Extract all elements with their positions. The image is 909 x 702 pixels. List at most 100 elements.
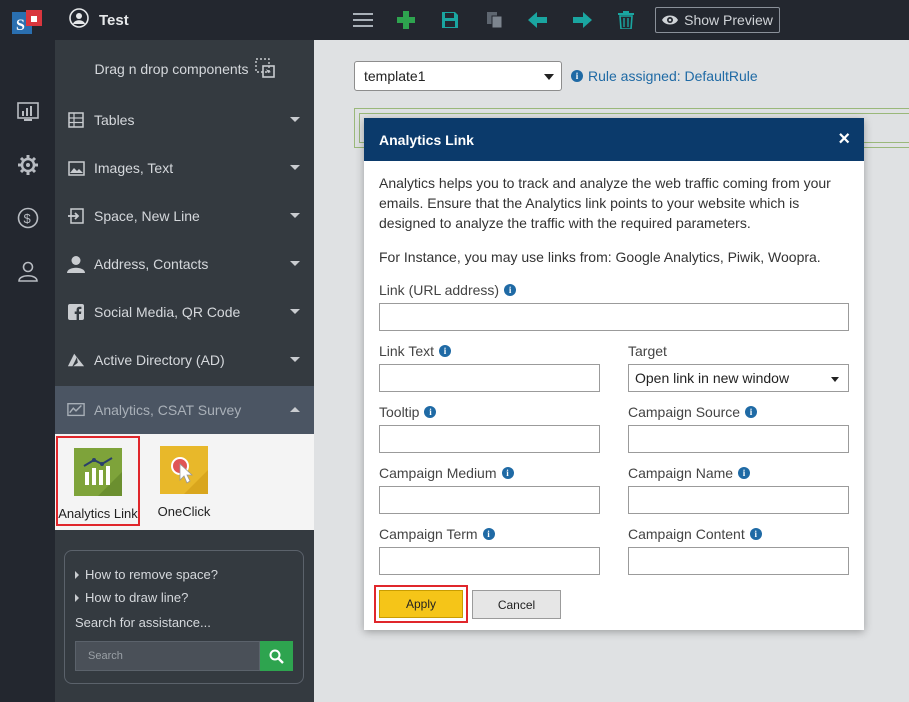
link-text-label: Link Text i [379, 343, 451, 359]
add-icon[interactable] [394, 8, 418, 32]
oneclick-icon [160, 446, 208, 494]
dashboard-icon[interactable] [16, 100, 40, 124]
section-label: Space, New Line [94, 208, 200, 224]
billing-icon[interactable]: $ [16, 206, 40, 230]
help-question[interactable]: How to remove space? [75, 563, 293, 586]
facebook-icon [67, 303, 85, 321]
trash-icon[interactable] [614, 8, 638, 32]
enter-icon [67, 207, 85, 225]
copy-icon[interactable] [483, 8, 507, 32]
label-text: Campaign Term [379, 526, 478, 542]
info-icon[interactable]: i [745, 406, 758, 418]
campaign-content-input[interactable] [628, 547, 849, 575]
caret-right-icon [75, 593, 79, 602]
search-icon [269, 649, 284, 664]
workspace-header: Test [55, 0, 314, 40]
dialog-body: Analytics helps you to track and analyze… [364, 161, 864, 279]
drag-drop-hint: Drag n drop components [55, 40, 314, 96]
target-select[interactable]: Open link in new window [628, 364, 849, 392]
preview-label: Show Preview [684, 12, 773, 28]
save-icon[interactable] [438, 8, 462, 32]
analytics-icon [67, 401, 85, 419]
tile-analytics-link[interactable]: Analytics Link [56, 436, 140, 526]
campaign-term-input[interactable] [379, 547, 600, 575]
info-icon: i [571, 70, 583, 82]
help-question[interactable]: How to draw line? [75, 586, 293, 609]
link-url-label: Link (URL address) i [379, 282, 517, 298]
chevron-down-icon [290, 165, 300, 170]
analytics-link-dialog: Analytics Link × Analytics helps you to … [364, 118, 864, 630]
label-text: Campaign Source [628, 404, 741, 420]
analytics-link-icon [74, 448, 122, 496]
target-label: Target [628, 343, 667, 359]
gear-icon[interactable] [16, 153, 40, 177]
menu-icon[interactable] [351, 8, 375, 32]
close-icon[interactable]: × [838, 128, 850, 151]
dialog-instance-text: For Instance, you may use links from: Go… [379, 249, 821, 265]
info-icon[interactable]: i [424, 406, 437, 418]
search-input[interactable]: Search [75, 641, 260, 671]
search-button[interactable] [260, 641, 293, 671]
rule-assigned[interactable]: i Rule assigned: DefaultRule [571, 68, 758, 84]
tile-label: Analytics Link [58, 506, 138, 521]
account-icon[interactable] [69, 8, 89, 32]
tile-oneclick[interactable]: OneClick [142, 436, 226, 526]
section-space-new-line[interactable]: Space, New Line [55, 192, 314, 240]
campaign-content-label: Campaign Content i [628, 526, 762, 542]
info-icon[interactable]: i [504, 284, 517, 296]
section-label: Social Media, QR Code [94, 304, 241, 320]
arrow-right-icon[interactable] [570, 8, 594, 32]
section-analytics-csat[interactable]: Analytics, CSAT Survey [55, 386, 314, 434]
campaign-name-input[interactable] [628, 486, 849, 514]
chevron-down-icon [290, 213, 300, 218]
section-tables[interactable]: Tables [55, 96, 314, 144]
info-icon[interactable]: i [738, 467, 751, 479]
dialog-description: Analytics helps you to track and analyze… [379, 175, 831, 231]
tooltip-input[interactable] [379, 425, 600, 453]
label-text: Campaign Medium [379, 465, 497, 481]
app-logo[interactable]: S [12, 10, 42, 36]
label-text: Campaign Name [628, 465, 734, 481]
campaign-term-label: Campaign Term i [379, 526, 495, 542]
link-text-input[interactable] [379, 364, 600, 392]
info-icon[interactable]: i [749, 528, 762, 540]
search-title: Search for assistance... [75, 615, 211, 630]
cancel-button[interactable]: Cancel [472, 590, 561, 619]
template-select[interactable]: template1 [354, 61, 562, 91]
svg-text:S: S [16, 17, 25, 34]
campaign-source-input[interactable] [628, 425, 849, 453]
section-label: Images, Text [94, 160, 174, 176]
svg-text:$: $ [24, 211, 32, 226]
info-icon[interactable]: i [439, 345, 451, 357]
drag-drop-label: Drag n drop components [94, 61, 249, 77]
drag-select-icon [254, 57, 275, 81]
section-active-directory[interactable]: Active Directory (AD) [55, 336, 314, 384]
user-icon[interactable] [16, 259, 40, 283]
arrow-left-icon[interactable] [526, 8, 550, 32]
info-icon[interactable]: i [501, 467, 514, 479]
chevron-down-icon [290, 117, 300, 122]
section-images-text[interactable]: Images, Text [55, 144, 314, 192]
chevron-down-icon [290, 261, 300, 266]
show-preview-button[interactable]: Show Preview [655, 7, 780, 33]
rule-text: Rule assigned: DefaultRule [588, 68, 758, 84]
dialog-header: Analytics Link × [364, 118, 864, 161]
tooltip-label: Tooltip i [379, 404, 437, 420]
campaign-medium-label: Campaign Medium i [379, 465, 514, 481]
apply-button[interactable]: Apply [379, 590, 463, 618]
section-label: Address, Contacts [94, 256, 209, 272]
section-social-media[interactable]: Social Media, QR Code [55, 288, 314, 336]
top-toolbar: Show Preview [314, 0, 909, 40]
info-icon[interactable]: i [482, 528, 495, 540]
link-url-input[interactable] [379, 303, 849, 331]
section-address-contacts[interactable]: Address, Contacts [55, 240, 314, 288]
component-tiles: Analytics Link OneClick [55, 434, 314, 530]
dialog-title: Analytics Link [379, 131, 474, 148]
image-icon [67, 159, 85, 177]
label-text: Campaign Content [628, 526, 745, 542]
campaign-medium-input[interactable] [379, 486, 600, 514]
chevron-down-icon [290, 357, 300, 362]
campaign-source-label: Campaign Source i [628, 404, 758, 420]
template-value: template1 [364, 68, 426, 84]
azure-icon [67, 351, 85, 369]
